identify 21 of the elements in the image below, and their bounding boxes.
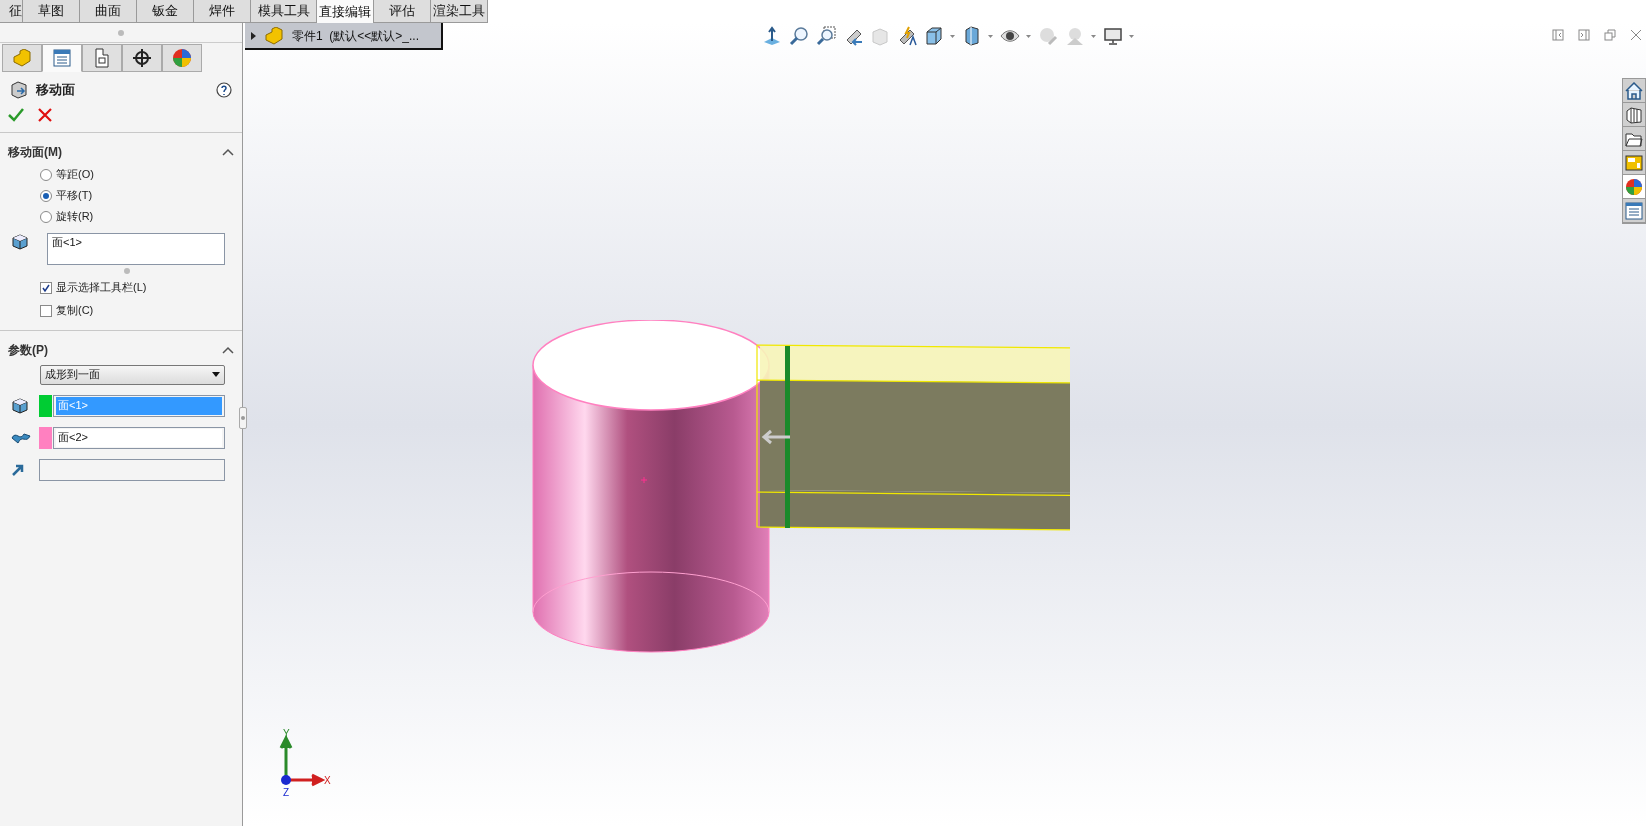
ribbon-tab[interactable]: 征 xyxy=(0,0,23,23)
ribbon-tab[interactable]: 评估 xyxy=(374,0,431,23)
ribbon-tab[interactable]: 直接编辑 xyxy=(317,0,374,23)
panel-title: 移动面 xyxy=(36,81,75,99)
radio-label: 等距(O) xyxy=(56,167,94,183)
ribbon-tab[interactable]: 钣金 xyxy=(137,0,194,23)
section-title: 参数(P) xyxy=(8,341,48,359)
ribbon-tab[interactable]: 渲染工具 xyxy=(431,0,488,23)
axis-triad: Y X Z xyxy=(276,728,336,798)
selection-list[interactable]: 面<1> xyxy=(47,232,225,265)
ribbon-tab[interactable]: 模具工具 xyxy=(251,0,317,23)
feature-tree-item[interactable]: 零件1 (默认<<默认>_... xyxy=(245,23,443,50)
ribbon-tab[interactable]: 焊件 xyxy=(194,0,251,23)
checkbox-label: 复制(C) xyxy=(56,303,94,319)
section-title: 移动面(M) xyxy=(8,143,62,161)
ribbon-tab[interactable]: 草图 xyxy=(23,0,80,23)
radio-label: 旋转(R) xyxy=(56,209,94,225)
checkbox-label: 显示选择工具栏(L) xyxy=(56,280,147,296)
dropdown[interactable]: 成形到一面 xyxy=(40,364,225,385)
radio-label: 平移(T) xyxy=(56,188,93,204)
ribbon-tab[interactable]: 曲面 xyxy=(80,0,137,23)
